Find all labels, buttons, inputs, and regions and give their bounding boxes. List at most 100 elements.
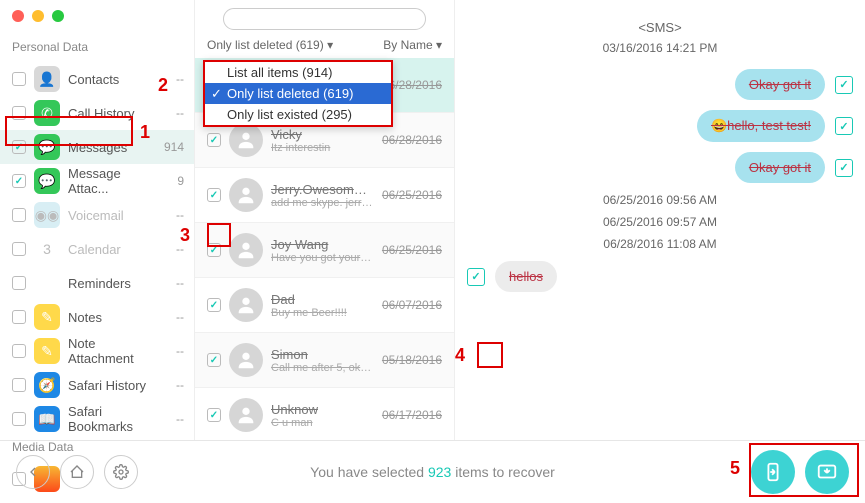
sidebar-item-label: Note Attachment [68, 336, 150, 366]
avatar-icon [229, 233, 263, 267]
thread-preview: C u man [271, 417, 374, 429]
sidebar-item-safari-history[interactable]: 🧭Safari History-- [0, 368, 194, 402]
footer: You have selected 923 items to recover [0, 440, 865, 503]
home-button[interactable] [60, 455, 94, 489]
sidebar-item-call-history[interactable]: ✆Call History-- [0, 96, 194, 130]
recover-to-computer-button[interactable] [805, 450, 849, 494]
avatar-icon [229, 288, 263, 322]
timestamp: 06/25/2016 09:57 AM [467, 215, 853, 229]
thread-name: Jerry.Owesome@aol.com [271, 182, 374, 197]
checkbox[interactable] [12, 242, 26, 256]
checkbox[interactable] [12, 412, 26, 426]
back-button[interactable] [16, 455, 50, 489]
thread-preview: Have you got your gift.. [271, 252, 374, 264]
sidebar-item-count: -- [158, 344, 184, 358]
timestamp: 06/28/2016 11:08 AM [467, 237, 853, 251]
sidebar: Personal Data 👤Contacts--✆Call History--… [0, 0, 195, 440]
checkbox[interactable] [12, 276, 26, 290]
sidebar-item-count: 914 [158, 140, 184, 154]
thread-date: 06/07/2016 [382, 298, 442, 312]
attach-icon: 💬 [34, 168, 60, 194]
sidebar-item-label: Notes [68, 310, 150, 325]
thread-row[interactable]: SimonCall me after 5, okay?05/18/2016 [195, 333, 454, 388]
message-bubble-out[interactable]: Okay got it [735, 152, 825, 183]
sidebar-item-notes[interactable]: ✎Notes-- [0, 300, 194, 334]
filter-option-all[interactable]: List all items (914) [205, 62, 391, 83]
thread-name: Dad [271, 292, 374, 307]
thread-name: Unknow [271, 402, 374, 417]
maximize-window-button[interactable] [52, 10, 64, 22]
thread-name: Simon [271, 347, 374, 362]
thread-date: 06/25/2016 [382, 188, 442, 202]
checkbox[interactable] [12, 140, 26, 154]
thread-checkbox[interactable] [207, 408, 221, 422]
message-bubble-out[interactable]: Okay got it [735, 69, 825, 100]
checkbox[interactable] [12, 174, 26, 188]
sidebar-item-messages[interactable]: 💬 Messages 914 [0, 130, 194, 164]
avatar-icon [229, 398, 263, 432]
message-checkbox[interactable] [467, 268, 485, 286]
checkbox[interactable] [12, 344, 26, 358]
sidebar-item-count: -- [158, 412, 184, 426]
filter-dropdown-menu: List all items (914) Only list deleted (… [203, 60, 393, 127]
filter-option-existed[interactable]: Only list existed (295) [205, 104, 391, 125]
sidebar-item-calendar[interactable]: 3Calendar-- [0, 232, 194, 266]
message-bubble-in[interactable]: hellos [495, 261, 557, 292]
thread-checkbox[interactable] [207, 298, 221, 312]
footer-message: You have selected 923 items to recover [310, 464, 555, 480]
sidebar-item-voicemail[interactable]: ◉◉Voicemail-- [0, 198, 194, 232]
contacts-icon: 👤 [34, 66, 60, 92]
message-checkbox[interactable] [835, 159, 853, 177]
thread-checkbox[interactable] [207, 188, 221, 202]
thread-row[interactable]: UnknowC u man06/17/2016 [195, 388, 454, 440]
natt-icon: ✎ [34, 338, 60, 364]
filter-dropdown-toggle[interactable]: Only list deleted (619) ▾ [207, 38, 333, 52]
message-checkbox[interactable] [835, 76, 853, 94]
window-controls [12, 10, 64, 22]
thread-preview: Buy me Beer!!!! [271, 307, 374, 319]
sidebar-item-label: Contacts [68, 72, 150, 87]
checkbox[interactable] [12, 310, 26, 324]
close-window-button[interactable] [12, 10, 24, 22]
settings-button[interactable] [104, 455, 138, 489]
sidebar-item-contacts[interactable]: 👤 Contacts -- [0, 62, 194, 96]
sidebar-item-note-attachment[interactable]: ✎ Note Attachment -- [0, 334, 194, 368]
sidebar-item-count: -- [158, 310, 184, 324]
sidebar-item-reminders[interactable]: ≡ Reminders -- [0, 266, 194, 300]
sidebar-item-label: Reminders [68, 276, 150, 291]
thread-checkbox[interactable] [207, 353, 221, 367]
sidebar-item-message-attac-[interactable]: 💬Message Attac...9 [0, 164, 194, 198]
sort-dropdown-toggle[interactable]: By Name ▾ [383, 38, 442, 52]
message-row: Okay got it [467, 69, 853, 100]
recover-to-device-button[interactable] [751, 450, 795, 494]
thread-checkbox[interactable] [207, 133, 221, 147]
minimize-window-button[interactable] [32, 10, 44, 22]
sidebar-item-label: Calendar [68, 242, 150, 257]
safari-icon: 🧭 [34, 372, 60, 398]
thread-date: 06/25/2016 [382, 243, 442, 257]
message-row: Okay got it [467, 152, 853, 183]
search-input[interactable] [223, 8, 426, 30]
sidebar-item-safari-bookmarks[interactable]: 📖Safari Bookmarks-- [0, 402, 194, 436]
checkbox[interactable] [12, 72, 26, 86]
rem-icon: ≡ [34, 270, 60, 296]
message-checkbox[interactable] [835, 117, 853, 135]
thread-name: Joy Wang [271, 237, 374, 252]
checkbox[interactable] [12, 106, 26, 120]
checkbox[interactable] [12, 208, 26, 222]
thread-checkbox[interactable] [207, 243, 221, 257]
sidebar-item-count: -- [158, 242, 184, 256]
thread-preview: add me skype. jerry.ow... [271, 197, 374, 209]
thread-row[interactable]: DadBuy me Beer!!!! 06/07/2016 [195, 278, 454, 333]
sidebar-item-count: -- [158, 276, 184, 290]
checkbox[interactable] [12, 378, 26, 392]
sidebar-item-count: -- [158, 72, 184, 86]
sidebar-item-label: Messages [68, 140, 150, 155]
thread-row[interactable]: Joy WangHave you got your gift.. 06/25/20… [195, 223, 454, 278]
msg-icon: 💬 [34, 134, 60, 160]
message-bubble-out[interactable]: 😄hello, test test! [697, 110, 825, 142]
sidebar-item-count: -- [158, 378, 184, 392]
filter-option-deleted[interactable]: Only list deleted (619) [205, 83, 391, 104]
thread-row[interactable]: Jerry.Owesome@aol.comadd me skype. jerry… [195, 168, 454, 223]
sidebar-item-label: Voicemail [68, 208, 150, 223]
